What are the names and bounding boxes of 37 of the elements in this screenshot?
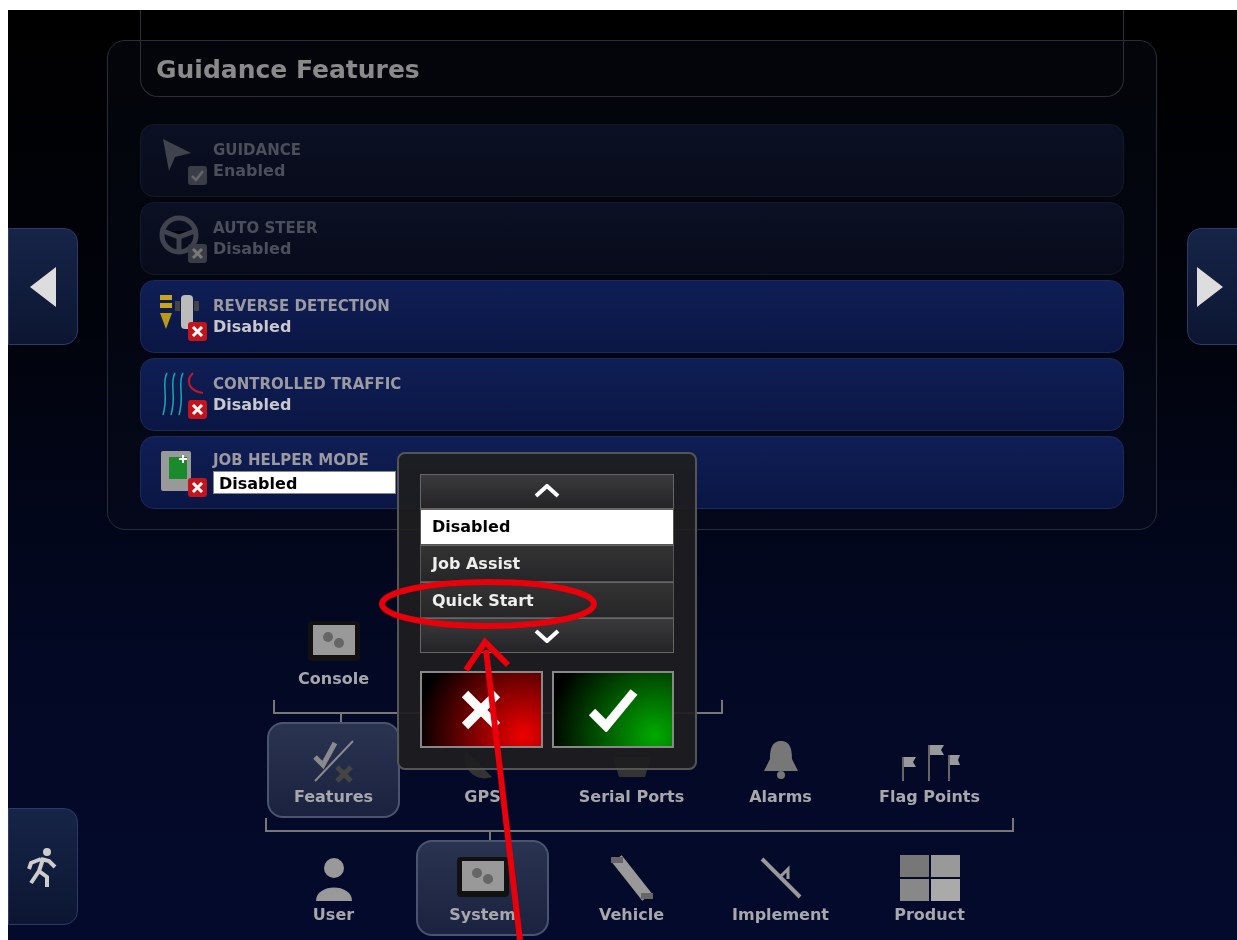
feature-title: REVERSE DETECTION bbox=[213, 297, 390, 315]
feature-title: GUIDANCE bbox=[213, 141, 301, 159]
left-triangle-icon bbox=[28, 264, 58, 309]
person-icon bbox=[313, 855, 354, 901]
feature-value: Disabled bbox=[213, 317, 293, 336]
feature-title: AUTO STEER bbox=[213, 219, 318, 237]
seeds-grid-icon bbox=[899, 855, 960, 901]
feature-value: Enabled bbox=[213, 161, 287, 180]
menu-tile[interactable]: Alarms bbox=[714, 722, 847, 818]
menu-tile[interactable]: Flag Points bbox=[863, 722, 996, 818]
feature-row[interactable]: REVERSE DETECTION Disabled bbox=[140, 280, 1124, 353]
exit-button[interactable] bbox=[8, 808, 78, 925]
tractor-top-icon bbox=[608, 855, 655, 901]
curved-lines-icon bbox=[159, 370, 205, 417]
right-triangle-icon bbox=[1195, 264, 1225, 309]
feature-row[interactable]: CONTROLLED TRAFFIC Disabled bbox=[140, 358, 1124, 431]
checkmark-icon bbox=[587, 687, 638, 732]
menu-tile[interactable]: Product bbox=[863, 840, 996, 936]
dropdown-option[interactable]: Job Assist bbox=[420, 545, 674, 582]
dropdown-option[interactable]: Disabled bbox=[420, 508, 674, 546]
value-field[interactable]: Disabled bbox=[213, 471, 396, 494]
cancel-button[interactable] bbox=[420, 671, 543, 748]
chevron-up-icon bbox=[534, 484, 560, 499]
scroll-up-button[interactable] bbox=[420, 474, 674, 509]
panel-title: Guidance Features bbox=[156, 55, 420, 84]
feature-value: Disabled bbox=[213, 239, 293, 258]
confirm-button[interactable] bbox=[551, 671, 674, 748]
previous-button[interactable] bbox=[8, 228, 78, 345]
feature-value: Disabled bbox=[213, 395, 293, 414]
menu-tile[interactable]: Features bbox=[267, 722, 400, 818]
menu-tile[interactable]: Implement bbox=[714, 840, 847, 936]
chevron-down-icon bbox=[534, 628, 560, 643]
next-button[interactable] bbox=[1187, 228, 1237, 345]
feature-title: CONTROLLED TRAFFIC bbox=[213, 375, 402, 393]
feature-title: JOB HELPER MODE bbox=[213, 451, 370, 469]
menu-tile[interactable]: User bbox=[267, 840, 400, 936]
menu-tile[interactable]: Vehicle bbox=[565, 840, 698, 936]
